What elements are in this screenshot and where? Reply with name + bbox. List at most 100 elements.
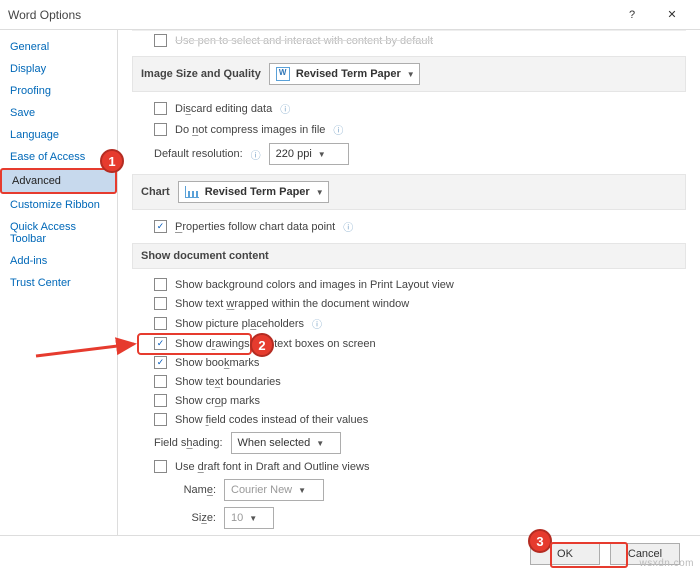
row-draft-font: Use draft font in Draft and Outline view… xyxy=(132,457,686,476)
row-discard-editing: Discard editing data ⓘ xyxy=(132,98,686,119)
sidebar-item-customize-ribbon[interactable]: Customize Ribbon xyxy=(0,194,117,216)
label-pic: Show picture placeholders xyxy=(175,318,304,330)
watermark: wsxdn.com xyxy=(639,558,694,569)
checkbox-wrap[interactable] xyxy=(154,297,167,310)
sidebar-item-advanced[interactable]: Advanced xyxy=(0,168,117,194)
default-resolution-dropdown[interactable]: 220 ppi ▼ xyxy=(269,143,349,165)
label-discard: Discard editing data xyxy=(175,103,272,115)
label-fieldcodes: Show field codes instead of their values xyxy=(175,414,368,426)
chevron-down-icon: ▼ xyxy=(298,486,306,495)
sidebar-item-save[interactable]: Save xyxy=(0,102,117,124)
window-title: Word Options xyxy=(8,8,612,22)
sidebar-item-proofing[interactable]: Proofing xyxy=(0,80,117,102)
row-show-bounds: Show text boundaries xyxy=(132,372,686,391)
info-icon[interactable]: ⓘ xyxy=(251,147,261,162)
label-size: Size: xyxy=(176,512,216,524)
label-prop-follow: Properties follow chart data point xyxy=(175,221,335,233)
section-image-size-quality: Image Size and Quality Revised Term Pape… xyxy=(132,56,686,92)
row-font-name: Name: Courier New ▼ xyxy=(132,476,686,504)
checkbox-draft[interactable] xyxy=(154,460,167,473)
row-show-bg: Show background colors and images in Pri… xyxy=(132,275,686,294)
sidebar-item-add-ins[interactable]: Add-ins xyxy=(0,250,117,272)
sidebar: General Display Proofing Save Language E… xyxy=(0,30,118,535)
content-pane: Use pen to select and interact with cont… xyxy=(118,30,700,535)
dropdown-value: 10 xyxy=(231,512,243,524)
label-wrap: Show text wrapped within the document wi… xyxy=(175,298,409,310)
sidebar-item-display[interactable]: Display xyxy=(0,58,117,80)
sidebar-item-trust-center[interactable]: Trust Center xyxy=(0,272,117,294)
callout-3: 3 xyxy=(528,529,552,553)
checkbox-nocompress[interactable] xyxy=(154,123,167,136)
help-button[interactable]: ? xyxy=(612,1,652,29)
chevron-down-icon: ▼ xyxy=(316,188,324,197)
dropdown-value: When selected xyxy=(238,437,311,449)
callout-1: 1 xyxy=(100,149,124,173)
row-no-compress: Do not compress images in file ⓘ xyxy=(132,119,686,140)
section-show-document-content: Show document content xyxy=(132,243,686,269)
checkbox-crop[interactable] xyxy=(154,394,167,407)
checkbox-fieldcodes[interactable] xyxy=(154,413,167,426)
main-area: General Display Proofing Save Language E… xyxy=(0,30,700,535)
row-font-size: Size: 10 ▼ xyxy=(132,504,686,532)
font-size-dropdown[interactable]: 10 ▼ xyxy=(224,507,274,529)
label-crop: Show crop marks xyxy=(175,395,260,407)
chevron-down-icon: ▼ xyxy=(316,439,324,448)
label-name: Name: xyxy=(176,484,216,496)
checkbox-bg[interactable] xyxy=(154,278,167,291)
checkbox-prop-follow[interactable] xyxy=(154,220,167,233)
field-shading-dropdown[interactable]: When selected ▼ xyxy=(231,432,341,454)
row-field-shading: Field shading: When selected ▼ xyxy=(132,429,686,457)
section-title: Chart xyxy=(141,186,170,198)
scroll-area[interactable]: Use pen to select and interact with cont… xyxy=(118,30,700,535)
row-show-crop: Show crop marks xyxy=(132,391,686,410)
font-name-dropdown[interactable]: Courier New ▼ xyxy=(224,479,324,501)
label-bounds: Show text boundaries xyxy=(175,376,281,388)
row-properties-follow: Properties follow chart data point ⓘ xyxy=(132,216,686,237)
dropdown-value: Courier New xyxy=(231,484,292,496)
section-title: Image Size and Quality xyxy=(141,68,261,80)
label-bg: Show background colors and images in Pri… xyxy=(175,279,454,291)
row-default-resolution: Default resolution: ⓘ 220 ppi ▼ xyxy=(132,140,686,168)
info-icon[interactable]: ⓘ xyxy=(333,122,343,137)
label-defres: Default resolution: xyxy=(154,148,243,160)
label-nocompress: Do not compress images in file xyxy=(175,124,325,136)
truncated-label: Use pen to select and interact with cont… xyxy=(175,35,433,47)
checkbox-bounds[interactable] xyxy=(154,375,167,388)
label-draft: Use draft font in Draft and Outline view… xyxy=(175,461,369,473)
truncated-row: Use pen to select and interact with cont… xyxy=(132,30,686,50)
row-show-fieldcodes: Show field codes instead of their values xyxy=(132,410,686,429)
sidebar-item-quick-access-toolbar[interactable]: Quick Access Toolbar xyxy=(0,216,117,250)
titlebar: Word Options ? ✕ xyxy=(0,0,700,30)
chevron-down-icon: ▼ xyxy=(249,514,257,523)
label-shading: Field shading: xyxy=(154,437,223,449)
checkbox-bookmarks[interactable] xyxy=(154,356,167,369)
dropdown-value: Revised Term Paper xyxy=(296,68,401,80)
chevron-down-icon: ▼ xyxy=(407,70,415,79)
row-show-pic: Show picture placeholders ⓘ xyxy=(132,313,686,334)
row-show-wrap: Show text wrapped within the document wi… xyxy=(132,294,686,313)
label-bookmarks: Show bookmarks xyxy=(175,357,259,369)
checkbox-draw[interactable] xyxy=(154,337,167,350)
row-show-draw: Show drawings and text boxes on screen xyxy=(132,334,686,353)
dropdown-value: 220 ppi xyxy=(276,148,312,160)
chart-target-dropdown[interactable]: Revised Term Paper ▼ xyxy=(178,181,329,203)
section-chart: Chart Revised Term Paper ▼ xyxy=(132,174,686,210)
chevron-down-icon: ▼ xyxy=(318,150,326,159)
checkbox-discard[interactable] xyxy=(154,102,167,115)
footer: OK Cancel xyxy=(0,535,700,571)
checkbox-pen[interactable] xyxy=(154,34,167,47)
info-icon[interactable]: ⓘ xyxy=(312,316,322,331)
info-icon[interactable]: ⓘ xyxy=(280,101,290,116)
section-title: Show document content xyxy=(141,250,269,262)
image-target-dropdown[interactable]: Revised Term Paper ▼ xyxy=(269,63,420,85)
sidebar-item-language[interactable]: Language xyxy=(0,124,117,146)
checkbox-pic[interactable] xyxy=(154,317,167,330)
chart-icon xyxy=(185,186,199,198)
close-button[interactable]: ✕ xyxy=(652,1,692,29)
word-doc-icon xyxy=(276,67,290,81)
sidebar-item-general[interactable]: General xyxy=(0,36,117,58)
label-draw: Show drawings and text boxes on screen xyxy=(175,338,376,350)
info-icon[interactable]: ⓘ xyxy=(343,219,353,234)
callout-2: 2 xyxy=(250,333,274,357)
row-show-bookmarks: Show bookmarks xyxy=(132,353,686,372)
